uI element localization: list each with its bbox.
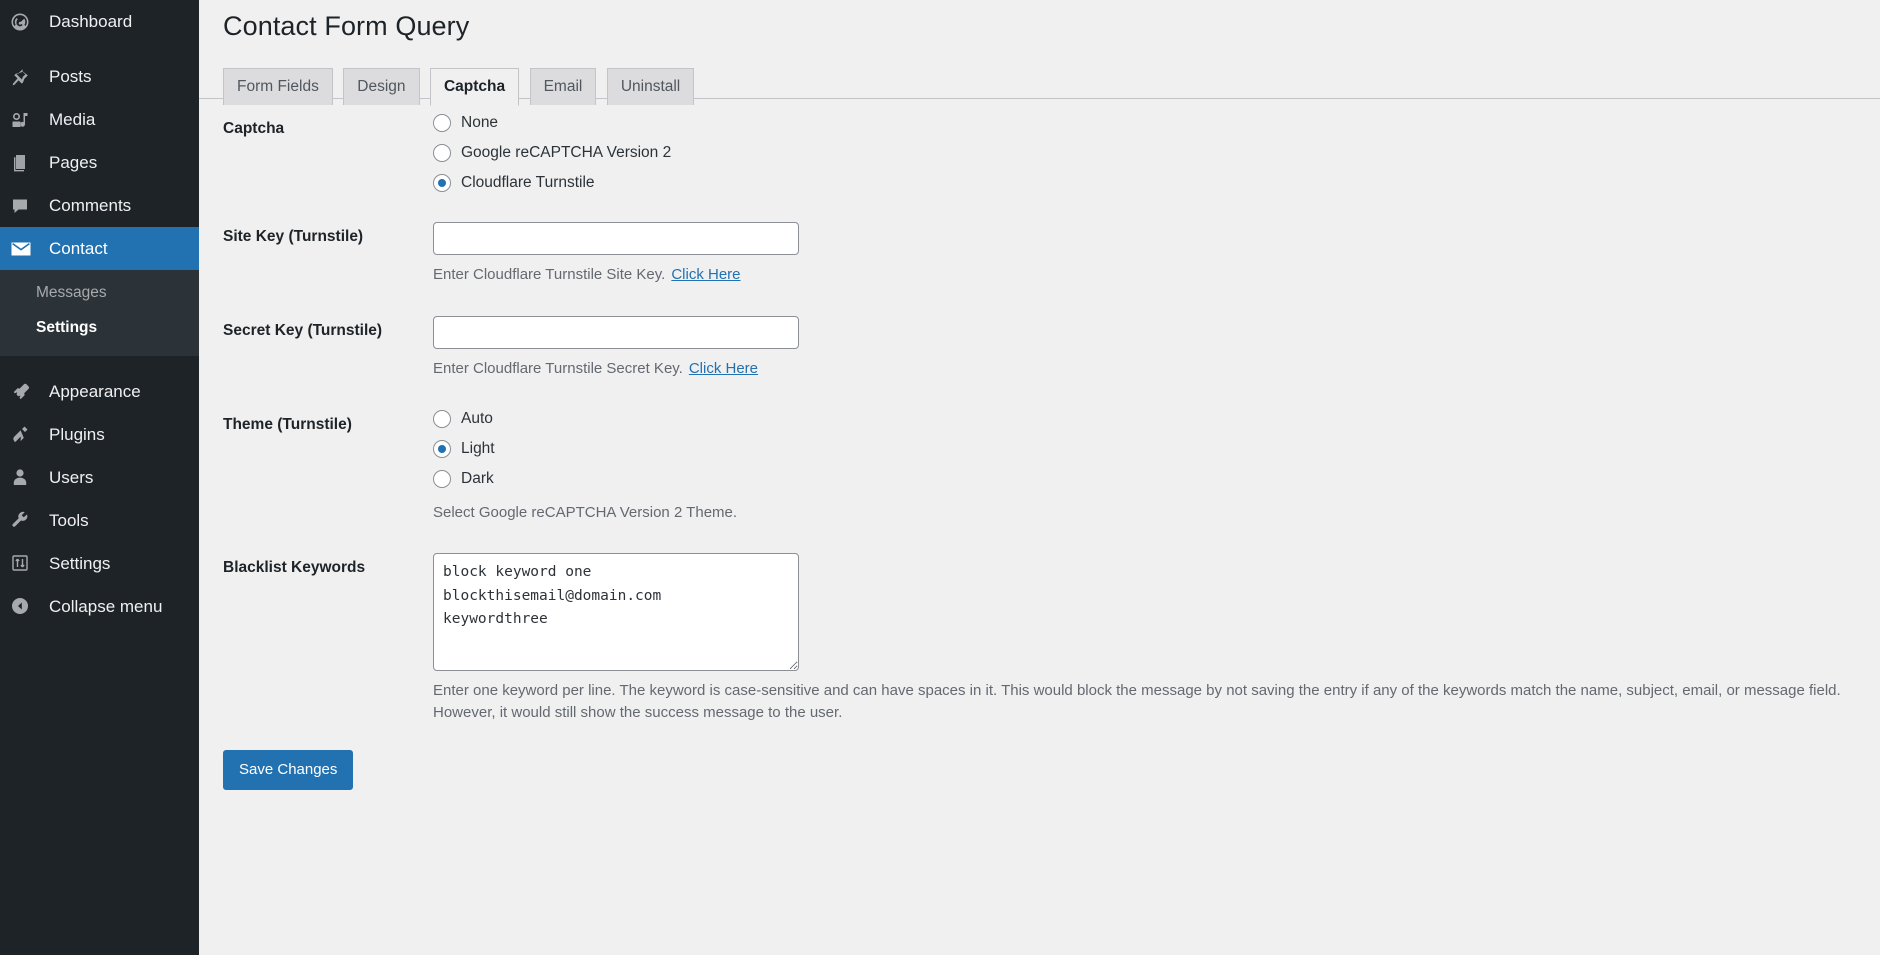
sidebar-item-users[interactable]: Users <box>0 456 199 499</box>
page-title: Contact Form Query <box>223 11 470 41</box>
sidebar-item-posts[interactable]: Posts <box>0 55 199 98</box>
comments-icon <box>10 196 40 216</box>
captcha-settings-form: Captcha None Google reCAPTCHA Version 2 <box>223 99 1860 739</box>
sidebar-item-label: Dashboard <box>49 12 133 31</box>
sidebar-subitem-messages[interactable]: Messages <box>0 276 199 311</box>
tab-design[interactable]: Design <box>343 68 420 106</box>
theme-label: Theme (Turnstile) <box>223 415 352 433</box>
tab-captcha[interactable]: Captcha <box>429 68 520 107</box>
site-key-input[interactable] <box>433 222 799 256</box>
sidebar-item-label: Appearance <box>49 381 141 401</box>
sidebar-item-dashboard[interactable]: Dashboard <box>0 0 199 43</box>
users-icon <box>10 467 40 487</box>
email-icon <box>10 238 40 260</box>
radio-option-label: Google reCAPTCHA Version 2 <box>461 144 672 162</box>
secret-key-field: Enter Cloudflare Turnstile Secret Key. Cl… <box>433 301 1860 395</box>
site-key-label: Site Key (Turnstile) <box>223 228 364 246</box>
sidebar-item-plugins[interactable]: Plugins <box>0 413 199 456</box>
site-key-description-text: Enter Cloudflare Turnstile Site Key. <box>433 266 666 284</box>
wp-admin-screen: Dashboard Posts Media Pages Comments Con… <box>0 0 1880 955</box>
radio-option-cloudflare-turnstile[interactable]: Cloudflare Turnstile <box>433 174 1850 193</box>
sidebar-item-label: Comments <box>49 196 132 215</box>
sidebar-item-label: Collapse menu <box>49 596 163 616</box>
radio-none-icon[interactable] <box>433 114 451 133</box>
site-key-description: Enter Cloudflare Turnstile Site Key. Clic… <box>433 264 1850 286</box>
radio-option-label: None <box>461 114 499 132</box>
radio-auto-icon[interactable] <box>433 409 451 428</box>
admin-sidebar: Dashboard Posts Media Pages Comments Con… <box>0 0 207 955</box>
menu-separator <box>0 355 199 370</box>
save-changes-button[interactable]: Save Changes <box>223 749 354 790</box>
sidebar-item-appearance[interactable]: Appearance <box>0 370 199 413</box>
current-menu-arrow-icon <box>199 240 207 257</box>
sidebar-item-label: Contact <box>49 239 108 258</box>
form-row-theme: Theme (Turnstile) Auto Light Dark Select… <box>223 395 1860 539</box>
sidebar-item-label: Posts <box>49 67 92 86</box>
blacklist-keywords-description: Enter one keyword per line. The keyword … <box>433 682 1841 722</box>
form-row-site-key: Site Key (Turnstile) Enter Cloudflare Tu… <box>223 207 1860 301</box>
sidebar-item-comments[interactable]: Comments <box>0 184 199 227</box>
menu-separator <box>0 43 199 55</box>
tab-email[interactable]: Email <box>529 68 597 106</box>
blacklist-keywords-field: block keyword one blockthisemail@domain.… <box>433 538 1860 739</box>
appearance-brush-icon <box>10 381 40 401</box>
tab-form-fields[interactable]: Form Fields <box>223 68 333 106</box>
radio-option-label: Cloudflare Turnstile <box>461 174 595 192</box>
radio-option-label: Auto <box>461 409 493 427</box>
collapse-arrow-icon <box>10 596 40 616</box>
sidebar-item-label: Pages <box>49 153 98 172</box>
secret-key-description-text: Enter Cloudflare Turnstile Secret Key. <box>433 359 683 377</box>
site-key-field: Enter Cloudflare Turnstile Site Key. Clic… <box>433 207 1860 301</box>
form-row-blacklist-keywords: Blacklist Keywords block keyword one blo… <box>223 538 1860 739</box>
radio-cloudflare-turnstile-icon[interactable] <box>433 174 451 193</box>
sidebar-item-settings[interactable]: Settings <box>0 542 199 585</box>
radio-option-label: Dark <box>461 469 494 487</box>
site-key-click-here-link[interactable]: Click Here <box>671 266 740 283</box>
radio-light-icon[interactable] <box>433 439 451 458</box>
settings-sliders-icon <box>10 553 40 573</box>
sidebar-item-label: Users <box>49 467 94 487</box>
captcha-label: Captcha <box>223 120 285 138</box>
radio-option-none[interactable]: None <box>433 114 1850 133</box>
form-row-captcha: Captcha None Google reCAPTCHA Version 2 <box>223 99 1860 207</box>
radio-option-light[interactable]: Light <box>433 439 1850 458</box>
secret-key-description: Enter Cloudflare Turnstile Secret Key. Cl… <box>433 358 1850 380</box>
pages-icon <box>10 153 40 173</box>
sidebar-item-tools[interactable]: Tools <box>0 499 199 542</box>
secret-key-input[interactable] <box>433 315 799 349</box>
sidebar-item-contact[interactable]: Contact <box>0 227 207 270</box>
tab-uninstall[interactable]: Uninstall <box>606 68 695 106</box>
radio-google-recaptcha-icon[interactable] <box>433 144 451 163</box>
secret-key-label: Secret Key (Turnstile) <box>223 321 383 339</box>
media-icon <box>10 110 40 130</box>
radio-option-dark[interactable]: Dark <box>433 469 1850 488</box>
sidebar-item-label: Plugins <box>49 424 105 444</box>
sidebar-subitem-settings[interactable]: Settings <box>0 311 199 346</box>
radio-dark-icon[interactable] <box>433 469 451 488</box>
radio-option-google-recaptcha-v2[interactable]: Google reCAPTCHA Version 2 <box>433 144 1850 163</box>
captcha-field: None Google reCAPTCHA Version 2 Cloudfla… <box>433 99 1860 207</box>
submit-row: Save Changes <box>223 739 1860 810</box>
dashboard-icon <box>10 12 40 32</box>
theme-description: Select Google reCAPTCHA Version 2 Theme. <box>433 503 738 521</box>
main-content: Contact Form Query Form Fields Design Ca… <box>199 0 1880 955</box>
settings-tab-bar: Form Fields Design Captcha Email Uninsta… <box>199 58 1880 107</box>
contact-submenu: Messages Settings <box>0 270 199 356</box>
sidebar-item-collapse-menu[interactable]: Collapse menu <box>0 585 199 628</box>
sidebar-item-label: Settings <box>49 553 111 573</box>
radio-option-label: Light <box>461 439 495 457</box>
sidebar-item-label: Media <box>49 110 96 129</box>
plugin-icon <box>10 424 40 444</box>
sidebar-item-pages[interactable]: Pages <box>0 141 199 184</box>
theme-field: Auto Light Dark Select Google reCAPTCHA … <box>433 395 1860 539</box>
form-row-secret-key: Secret Key (Turnstile) Enter Cloudflare … <box>223 301 1860 395</box>
blacklist-keywords-label: Blacklist Keywords <box>223 559 366 577</box>
sidebar-item-media[interactable]: Media <box>0 98 199 141</box>
tools-wrench-icon <box>10 510 40 530</box>
pin-icon <box>10 67 40 87</box>
sidebar-item-label: Tools <box>49 510 89 530</box>
secret-key-click-here-link[interactable]: Click Here <box>689 360 758 377</box>
blacklist-keywords-textarea[interactable]: block keyword one blockthisemail@domain.… <box>433 553 799 672</box>
radio-option-auto[interactable]: Auto <box>433 409 1850 428</box>
